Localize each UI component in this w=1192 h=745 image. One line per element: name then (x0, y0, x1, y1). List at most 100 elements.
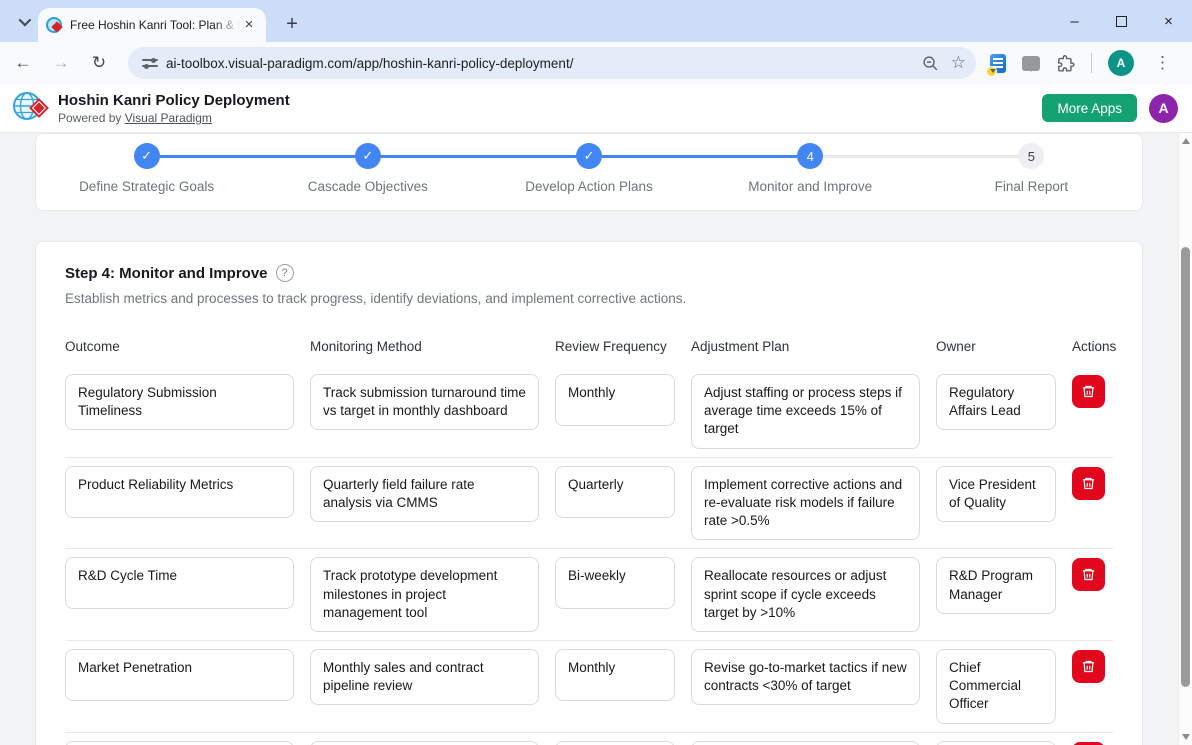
tab-title: Free Hoshin Kanri Tool: Plan & E (70, 18, 240, 32)
monitoring-method-field[interactable]: Track submission turnaround time vs targ… (310, 374, 539, 430)
monitoring-method-field[interactable]: Quarterly audit scorecards (310, 741, 539, 745)
toolbar-divider (1091, 53, 1092, 73)
new-tab-button[interactable]: + (278, 10, 306, 38)
delete-row-button[interactable] (1072, 650, 1105, 683)
table-row: Market Penetration Monthly sales and con… (65, 640, 1113, 732)
step-number: 4 (797, 143, 823, 169)
powered-by-prefix: Powered by (58, 111, 125, 125)
review-frequency-field[interactable]: Quarterly (555, 466, 675, 518)
comment-extension-icon[interactable] (1022, 56, 1040, 71)
tab-search-button[interactable] (10, 8, 36, 34)
back-button[interactable]: ← (8, 48, 38, 78)
adjustment-plan-field[interactable]: Adjust staffing or process steps if aver… (691, 374, 920, 449)
scrollbar-up-icon[interactable] (1182, 138, 1190, 144)
owner-field[interactable]: R&D Program Manager (936, 557, 1056, 613)
wizard-stepper: ✓ Define Strategic Goals ✓ Cascade Objec… (35, 133, 1143, 211)
table-row: R&D Cycle Time Track prototype developme… (65, 548, 1113, 640)
trash-icon (1081, 476, 1096, 491)
column-header-actions: Actions (1072, 339, 1116, 366)
window-controls: – × (1051, 0, 1192, 42)
forward-button: → (46, 48, 76, 78)
review-frequency-field[interactable]: Quarterly (555, 741, 675, 745)
site-settings-icon[interactable] (142, 56, 158, 70)
outcome-field[interactable]: Market Penetration (65, 649, 294, 701)
check-icon: ✓ (134, 143, 160, 169)
app-title: Hoshin Kanri Policy Deployment (58, 92, 290, 109)
browser-tab[interactable]: Free Hoshin Kanri Tool: Plan & E × (38, 8, 266, 42)
step-label: Monitor and Improve (748, 179, 872, 194)
user-avatar[interactable]: A (1149, 94, 1178, 123)
trash-icon (1081, 384, 1096, 399)
outcome-field[interactable]: Supplier Compliance (65, 741, 294, 745)
step-cascade-objectives[interactable]: ✓ Cascade Objectives (257, 143, 478, 210)
check-icon: ✓ (355, 143, 381, 169)
monitoring-method-field[interactable]: Quarterly field failure rate analysis vi… (310, 466, 539, 522)
step-final-report[interactable]: 5 Final Report (921, 143, 1142, 210)
bookmark-star-icon[interactable]: ☆ (951, 53, 966, 73)
zoom-out-icon[interactable] (922, 55, 939, 72)
delete-row-button[interactable] (1072, 742, 1105, 745)
window-minimize-button[interactable]: – (1051, 0, 1098, 42)
step-define-strategic-goals[interactable]: ✓ Define Strategic Goals (36, 143, 257, 210)
review-frequency-field[interactable]: Bi-weekly (555, 557, 675, 609)
trash-icon (1081, 567, 1096, 582)
column-header-owner: Owner (936, 339, 1056, 366)
visual-paradigm-link[interactable]: Visual Paradigm (125, 111, 212, 125)
extensions-area: A ⋮ (990, 50, 1175, 76)
review-frequency-field[interactable]: Monthly (555, 649, 675, 701)
url-text[interactable]: ai-toolbox.visual-paradigm.com/app/hoshi… (166, 56, 910, 71)
step-develop-action-plans[interactable]: ✓ Develop Action Plans (478, 143, 699, 210)
step-label: Define Strategic Goals (79, 179, 214, 194)
delete-row-button[interactable] (1072, 467, 1105, 500)
monitoring-method-field[interactable]: Track prototype development milestones i… (310, 557, 539, 632)
help-icon[interactable]: ? (276, 264, 294, 282)
delete-row-button[interactable] (1072, 558, 1105, 591)
monitoring-method-field[interactable]: Monthly sales and contract pipeline revi… (310, 649, 539, 705)
check-icon: ✓ (576, 143, 602, 169)
trash-icon (1081, 659, 1096, 674)
column-header-review-frequency: Review Frequency (555, 339, 675, 366)
outcome-field[interactable]: Product Reliability Metrics (65, 466, 294, 518)
step-label: Cascade Objectives (308, 179, 428, 194)
extensions-puzzle-icon[interactable] (1056, 54, 1075, 73)
browser-toolbar: ← → ↻ ai-toolbox.visual-paradigm.com/app… (0, 42, 1192, 84)
review-frequency-field[interactable]: Monthly (555, 374, 675, 426)
browser-menu-icon[interactable]: ⋮ (1150, 53, 1175, 73)
step-label: Final Report (995, 179, 1069, 194)
column-header-outcome: Outcome (65, 339, 294, 366)
maximize-icon (1116, 16, 1127, 27)
docs-extension-icon[interactable] (990, 54, 1006, 73)
table-header: Outcome Monitoring Method Review Frequen… (65, 339, 1113, 366)
adjustment-plan-field[interactable]: Reallocate resources or adjust sprint sc… (691, 557, 920, 632)
outcome-field[interactable]: R&D Cycle Time (65, 557, 294, 609)
page-scrollbar[interactable] (1178, 133, 1192, 745)
outcome-field[interactable]: Regulatory Submission Timeliness (65, 374, 294, 430)
owner-field[interactable]: Vice President of Quality (936, 466, 1056, 522)
table-row: Supplier Compliance Quarterly audit scor… (65, 732, 1113, 745)
step4-panel: Step 4: Monitor and Improve ? Establish … (35, 241, 1143, 745)
browser-profile-avatar[interactable]: A (1108, 50, 1134, 76)
step-monitor-and-improve[interactable]: 4 Monitor and Improve (700, 143, 921, 210)
site-favicon-icon (46, 17, 62, 33)
reload-button[interactable]: ↻ (84, 48, 114, 78)
powered-by: Powered by Visual Paradigm (58, 111, 290, 125)
step-label: Develop Action Plans (525, 179, 653, 194)
page-content: ✓ Define Strategic Goals ✓ Cascade Objec… (0, 133, 1178, 745)
tab-close-icon[interactable]: × (240, 16, 258, 34)
adjustment-plan-field[interactable]: Implement corrective actions and re-eval… (691, 466, 920, 541)
delete-row-button[interactable] (1072, 375, 1105, 408)
adjustment-plan-field[interactable]: Revise go-to-market tactics if new contr… (691, 649, 920, 705)
owner-field[interactable]: Regulatory Affairs Lead (936, 374, 1056, 430)
more-apps-button[interactable]: More Apps (1042, 94, 1137, 122)
column-header-monitoring-method: Monitoring Method (310, 339, 539, 366)
adjustment-plan-field[interactable]: Initiate supplier improvement plans (691, 741, 920, 745)
scrollbar-down-icon[interactable] (1182, 734, 1190, 740)
owner-field[interactable]: Chief Commercial Officer (936, 649, 1056, 724)
chevron-down-icon (18, 13, 31, 26)
window-maximize-button[interactable] (1098, 0, 1145, 42)
address-bar[interactable]: ai-toolbox.visual-paradigm.com/app/hoshi… (128, 47, 976, 79)
owner-field[interactable]: Supplier Quality (936, 741, 1056, 745)
app-header: Hoshin Kanri Policy Deployment Powered b… (0, 84, 1192, 133)
scrollbar-thumb[interactable] (1181, 247, 1190, 687)
window-close-button[interactable]: × (1145, 0, 1192, 42)
